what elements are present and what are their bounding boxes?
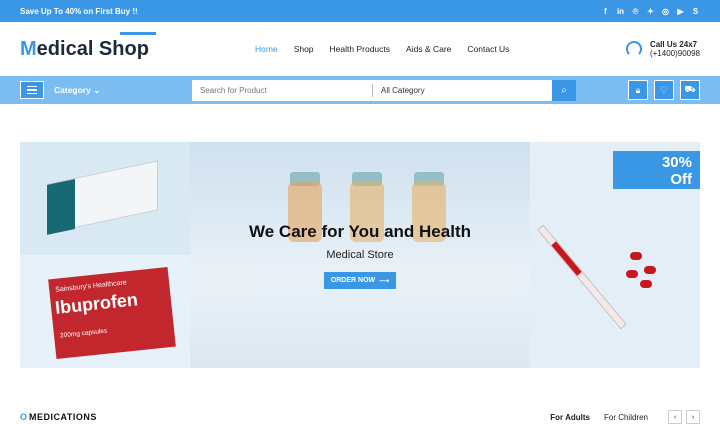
twitter-icon[interactable]: ✦ <box>646 7 655 16</box>
search-box: All Category ⌕ <box>192 79 576 101</box>
instagram-icon[interactable]: ◎ <box>661 7 670 16</box>
nav-health-products[interactable]: Health Products <box>330 44 390 54</box>
section-marker-icon: O <box>20 412 28 422</box>
nav-shop[interactable]: Shop <box>294 44 314 54</box>
pinterest-icon[interactable]: ℗ <box>631 7 640 16</box>
nav-contact-us[interactable]: Contact Us <box>467 44 509 54</box>
hero-banner: Sainsbury's Healthcare Ibuprofen 200mg c… <box>20 142 700 368</box>
main-header: Medical Shop Home Shop Health Products A… <box>0 22 720 76</box>
nav-home[interactable]: Home <box>255 44 278 54</box>
chevron-right-icon[interactable]: › <box>686 410 700 424</box>
arrow-right-icon: ⟶ <box>379 277 390 285</box>
promo-text: Save Up To 40% on First Buy !! <box>20 6 138 16</box>
hero-title: We Care for You and Health <box>249 222 471 241</box>
headset-icon <box>625 41 642 57</box>
youtube-icon[interactable]: ▶ <box>676 7 685 16</box>
hero-subtitle: Medical Store <box>326 249 394 261</box>
syringe-image <box>537 224 627 330</box>
skype-icon[interactable]: S <box>691 7 700 16</box>
search-input[interactable] <box>192 79 372 101</box>
lock-icon[interactable]: 🔒︎ <box>628 80 648 100</box>
call-info: Call Us 24x7 (+1400)90098 <box>625 40 700 58</box>
call-label: Call Us 24x7 <box>649 40 698 49</box>
nav-aids-care[interactable]: Aids & Care <box>406 44 451 54</box>
linkedin-icon[interactable]: in <box>616 7 625 16</box>
tab-for-adults[interactable]: For Adults <box>550 413 590 422</box>
discount-promo[interactable]: 30% Off <box>530 142 700 368</box>
carousel-arrows: ‹ › <box>668 410 700 424</box>
category-search-bar: Category ⌄ All Category ⌕ 🔒︎ ♡ ⛟ <box>0 76 720 104</box>
cart-icon[interactable]: ⛟ <box>680 80 700 100</box>
call-number[interactable]: (+1400)90098 <box>650 49 700 58</box>
main-nav: Home Shop Health Products Aids & Care Co… <box>255 44 509 54</box>
social-links: f in ℗ ✦ ◎ ▶ S <box>601 7 700 16</box>
product-image-box <box>20 142 190 255</box>
hero-slide: We Care for You and Health Medical Store… <box>190 142 530 368</box>
user-actions: 🔒︎ ♡ ⛟ <box>628 80 700 100</box>
search-icon: ⌕ <box>561 84 567 96</box>
facebook-icon[interactable]: f <box>601 7 610 16</box>
heart-icon[interactable]: ♡ <box>654 80 674 100</box>
chevron-left-icon[interactable]: ‹ <box>668 410 682 424</box>
discount-badge: 30% Off <box>613 151 700 189</box>
menu-toggle-button[interactable] <box>20 81 44 99</box>
chevron-down-icon: ⌄ <box>93 84 101 95</box>
section-title: MEDICATIONS <box>29 412 97 422</box>
order-now-button[interactable]: ORDER NOW ⟶ <box>324 272 396 289</box>
category-dropdown[interactable]: Category ⌄ <box>54 85 189 96</box>
medications-section-header: O MEDICATIONS For Adults For Children ‹ … <box>20 410 700 424</box>
section-tabs: For Adults For Children <box>550 413 648 422</box>
tab-for-children[interactable]: For Children <box>604 413 648 422</box>
top-promo-bar: Save Up To 40% on First Buy !! f in ℗ ✦ … <box>0 0 720 22</box>
product-image-ibuprofen: Sainsbury's Healthcare Ibuprofen 200mg c… <box>20 255 190 368</box>
search-button[interactable]: ⌕ <box>552 79 576 101</box>
search-category-select[interactable]: All Category <box>373 80 552 101</box>
site-logo[interactable]: Medical Shop <box>20 31 195 61</box>
